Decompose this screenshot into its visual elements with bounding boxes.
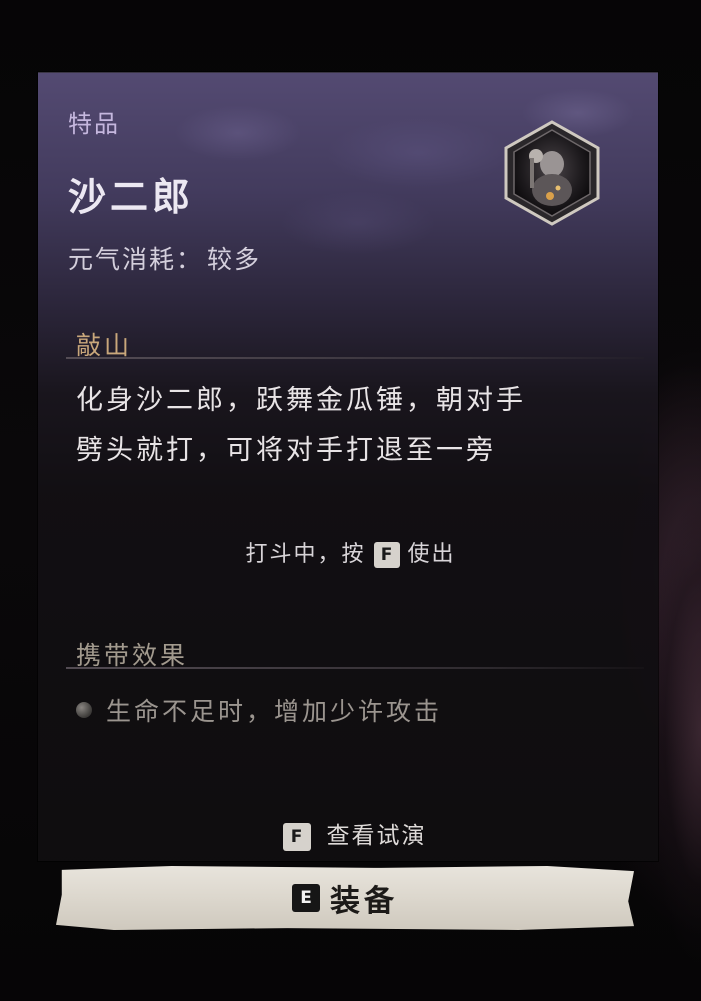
- spirit-portrait-icon: [504, 120, 600, 226]
- divider: [66, 667, 644, 669]
- divider: [66, 357, 644, 359]
- skill-usage-hint: 打斗中，按 F 使出: [0, 536, 701, 568]
- carry-effect-text: 生命不足时，增加少许攻击: [106, 697, 443, 726]
- equip-label: 装备: [330, 884, 398, 919]
- view-preview-label: 查看试演: [326, 823, 427, 849]
- item-grade: 特品: [68, 110, 120, 138]
- spirit-cost-label: 元气消耗：: [68, 245, 204, 274]
- f-key-icon: F: [282, 823, 311, 851]
- hint-text-before: 打斗中，按: [245, 542, 366, 567]
- hint-text-after: 使出: [407, 542, 456, 567]
- item-name: 沙二郎: [68, 174, 195, 219]
- view-preview-action[interactable]: F 查看试演: [0, 816, 701, 851]
- equip-button[interactable]: E 装备: [56, 866, 634, 930]
- skill-description: 化身沙二郎，跃舞金瓜锤，朝对手 劈头就打，可将对手打退至一旁: [76, 376, 616, 476]
- skill-description-line: 化身沙二郎，跃舞金瓜锤，朝对手: [76, 385, 526, 416]
- f-key-icon: F: [373, 542, 400, 568]
- carry-effect-item: 生命不足时，增加少许攻击: [76, 692, 442, 728]
- e-key-icon: E: [292, 884, 320, 912]
- spirit-cost: 元气消耗： 较多: [68, 240, 261, 276]
- spirit-cost-value: 较多: [207, 245, 262, 274]
- bullet-icon: [76, 702, 92, 718]
- skill-description-line: 劈头就打，可将对手打退至一旁: [76, 435, 496, 466]
